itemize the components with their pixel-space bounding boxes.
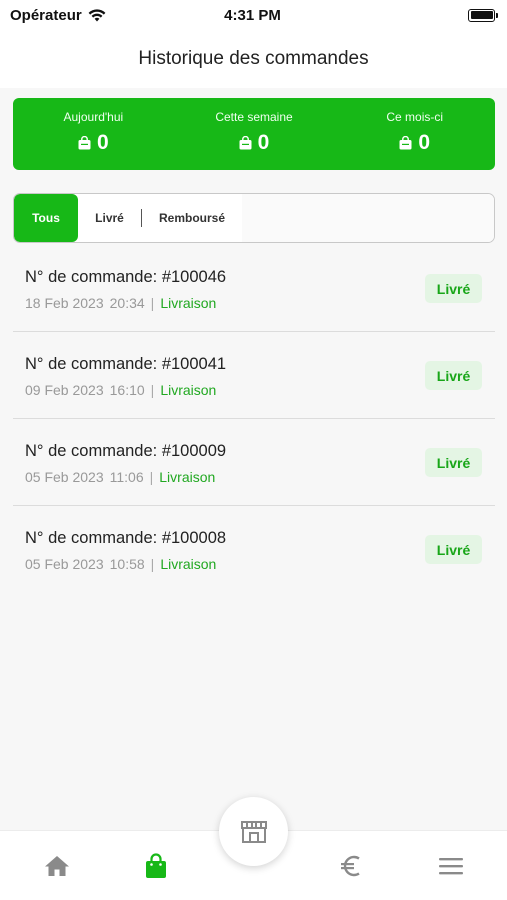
nav-payments[interactable] [337, 851, 367, 881]
stat-value: 0 [418, 131, 431, 154]
status-right [335, 8, 498, 22]
stat-value-row: 0 [239, 131, 270, 155]
meta-separator: | [149, 469, 154, 485]
shopping-bag-icon [146, 853, 166, 878]
page-title: Historique des commandes [0, 30, 507, 88]
order-mode: Livraison [160, 556, 217, 572]
tab-refunded[interactable]: Remboursé [142, 194, 242, 242]
wifi-icon [88, 8, 106, 21]
stat-value-row: 0 [399, 131, 430, 155]
stat-label: Ce mois-ci [386, 110, 444, 124]
status-badge: Livré [425, 448, 482, 477]
order-meta: 05 Feb 2023 11:06 | Livraison [25, 469, 215, 485]
status-badge: Livré [425, 535, 482, 564]
order-item[interactable]: N° de commande: #100041 09 Feb 2023 16:1… [13, 332, 495, 419]
stat-month: Ce mois-ci 0 [334, 98, 495, 170]
meta-separator: | [150, 382, 155, 398]
battery-fill [470, 11, 493, 19]
order-date: 05 Feb 2023 [25, 469, 104, 485]
status-badge: Livré [425, 361, 482, 390]
euro-icon [341, 855, 360, 877]
order-date: 18 Feb 2023 [25, 295, 104, 311]
order-number: N° de commande: #100008 [25, 529, 227, 547]
order-time: 16:10 [109, 382, 145, 398]
tab-delivered[interactable]: Livré [78, 194, 141, 242]
status-left: Opérateur [10, 7, 170, 24]
order-date: 05 Feb 2023 [25, 556, 104, 572]
orders-list: N° de commande: #100046 18 Feb 2023 20:3… [13, 245, 495, 593]
tab-bar-filler [242, 194, 494, 242]
order-number: N° de commande: #100041 [25, 355, 227, 373]
tab-all[interactable]: Tous [14, 194, 78, 242]
order-time: 20:34 [109, 295, 145, 311]
order-item[interactable]: N° de commande: #100008 05 Feb 2023 10:5… [13, 506, 495, 593]
order-time: 11:06 [109, 469, 144, 485]
order-mode: Livraison [160, 382, 217, 398]
status-badge: Livré [425, 274, 482, 303]
stat-value: 0 [96, 131, 109, 154]
order-meta: 09 Feb 2023 16:10 | Livraison [25, 382, 216, 398]
meta-separator: | [150, 295, 155, 311]
nav-home[interactable] [42, 851, 72, 881]
stat-value: 0 [257, 131, 270, 154]
filter-tabs: Tous Livré Remboursé [13, 193, 495, 243]
stat-label: Cette semaine [215, 110, 293, 124]
meta-separator: | [150, 556, 155, 572]
nav-orders[interactable] [141, 851, 171, 881]
stats-card: Aujourd'hui 0 Cette semaine 0 Ce mois-ci [13, 98, 495, 170]
menu-icon [439, 858, 463, 875]
stat-week: Cette semaine 0 [174, 98, 335, 170]
stat-value-row: 0 [78, 131, 109, 155]
status-time: 4:31 PM [224, 6, 281, 24]
order-number: N° de commande: #100009 [25, 442, 227, 460]
order-item[interactable]: N° de commande: #100009 05 Feb 2023 11:0… [13, 419, 495, 506]
order-mode: Livraison [159, 469, 216, 485]
order-number: N° de commande: #100046 [25, 268, 227, 286]
shopping-bag-icon [239, 136, 252, 150]
order-meta: 05 Feb 2023 10:58 | Livraison [25, 556, 216, 572]
order-item[interactable]: N° de commande: #100046 18 Feb 2023 20:3… [13, 245, 495, 332]
order-mode: Livraison [160, 295, 217, 311]
shopping-bag-icon [399, 136, 412, 150]
stat-label: Aujourd'hui [63, 110, 124, 124]
store-icon [240, 820, 267, 843]
battery-icon [468, 8, 498, 22]
store-button[interactable] [219, 797, 288, 866]
home-icon [45, 856, 69, 876]
order-date: 09 Feb 2023 [25, 382, 104, 398]
shopping-bag-icon [78, 136, 91, 150]
stat-today: Aujourd'hui 0 [13, 98, 174, 170]
order-time: 10:58 [109, 556, 145, 572]
status-bar: Opérateur 4:31 PM [0, 0, 507, 30]
carrier-label: Opérateur [10, 6, 82, 24]
order-meta: 18 Feb 2023 20:34 | Livraison [25, 295, 216, 311]
nav-menu[interactable] [436, 851, 466, 881]
